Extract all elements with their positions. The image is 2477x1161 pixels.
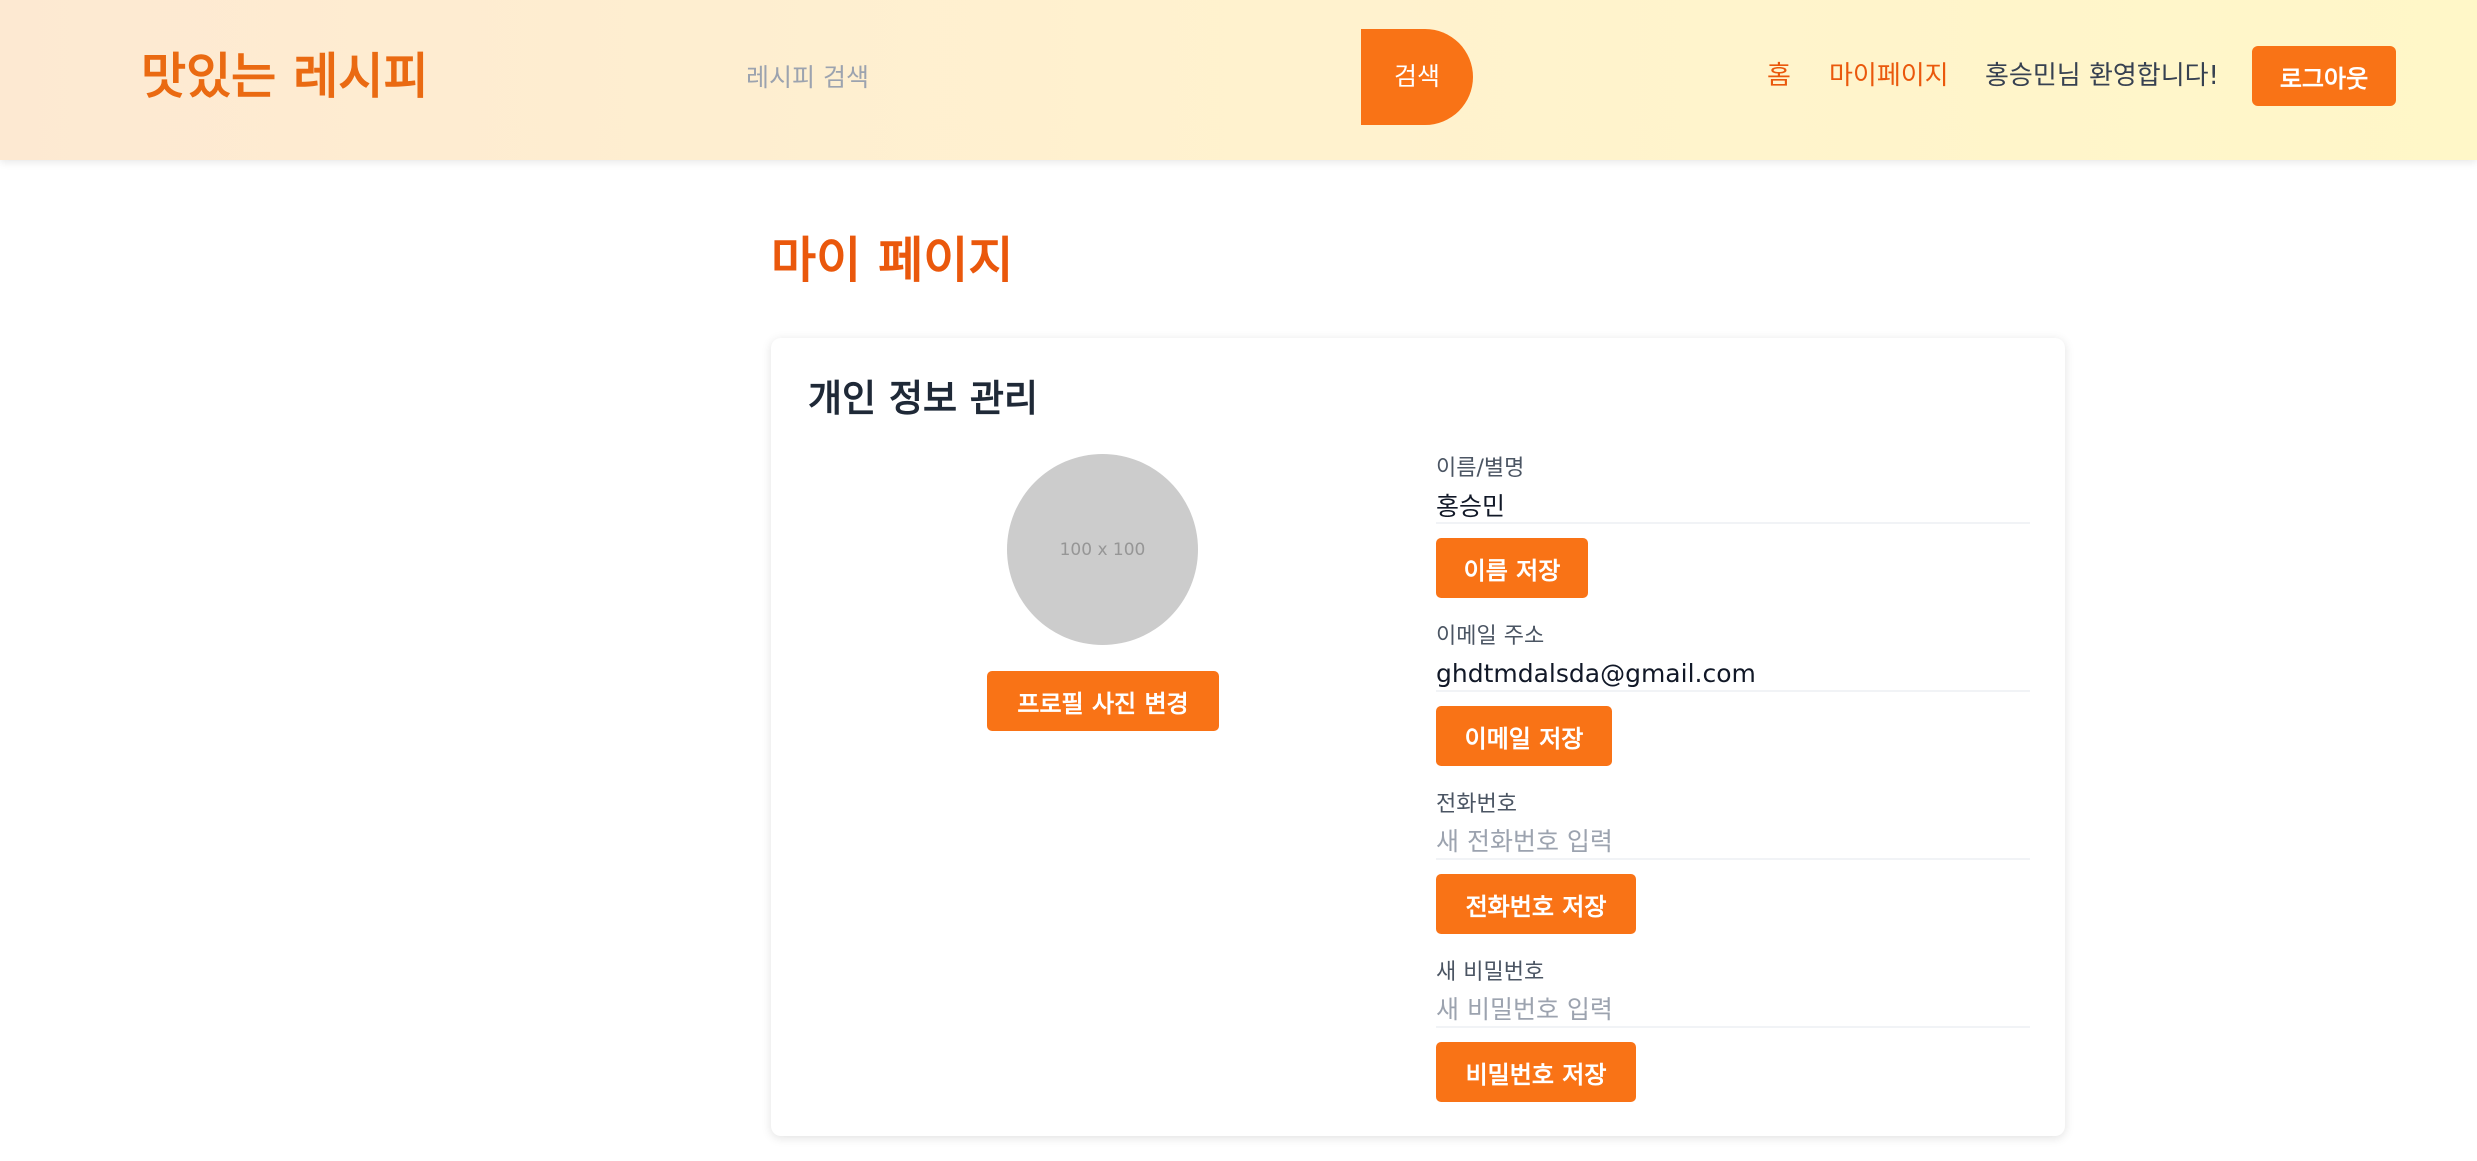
section-title: 개인 정보 관리 — [808, 377, 1039, 420]
logout-button[interactable]: 로그아웃 — [2252, 46, 2396, 106]
page-title: 마이 페이지 — [771, 232, 1014, 289]
change-photo-button[interactable]: 프로필 사진 변경 — [987, 671, 1219, 731]
name-label: 이름/별명 — [1436, 456, 1525, 481]
search-input[interactable] — [735, 44, 1355, 110]
phone-label: 전화번호 — [1436, 792, 1517, 817]
name-input[interactable] — [1436, 488, 2030, 524]
email-label: 이메일 주소 — [1436, 624, 1545, 649]
email-input[interactable] — [1436, 656, 2030, 692]
welcome-message: 홍승민님 환영합니다! — [1985, 61, 2219, 91]
avatar: 100 x 100 — [1007, 454, 1198, 645]
save-password-button[interactable]: 비밀번호 저장 — [1436, 1042, 1636, 1102]
save-email-button[interactable]: 이메일 저장 — [1436, 706, 1612, 766]
password-label: 새 비밀번호 — [1436, 960, 1545, 985]
save-phone-button[interactable]: 전화번호 저장 — [1436, 874, 1636, 934]
nav-mypage-link[interactable]: 마이페이지 — [1829, 58, 1949, 94]
profile-card: 개인 정보 관리 100 x 100 프로필 사진 변경 이름/별명 이름 저장… — [771, 338, 2065, 1136]
nav-home-link[interactable]: 홈 — [1767, 58, 1791, 94]
site-header: 맛있는 레시피 검색 홈 마이페이지 홍승민님 환영합니다! 로그아웃 — [0, 0, 2477, 160]
save-name-button[interactable]: 이름 저장 — [1436, 538, 1588, 598]
site-logo[interactable]: 맛있는 레시피 — [141, 44, 429, 110]
password-input[interactable] — [1436, 992, 2030, 1028]
avatar-placeholder-text: 100 x 100 — [1059, 539, 1146, 560]
search-button[interactable]: 검색 — [1361, 29, 1473, 125]
phone-input[interactable] — [1436, 824, 2030, 860]
